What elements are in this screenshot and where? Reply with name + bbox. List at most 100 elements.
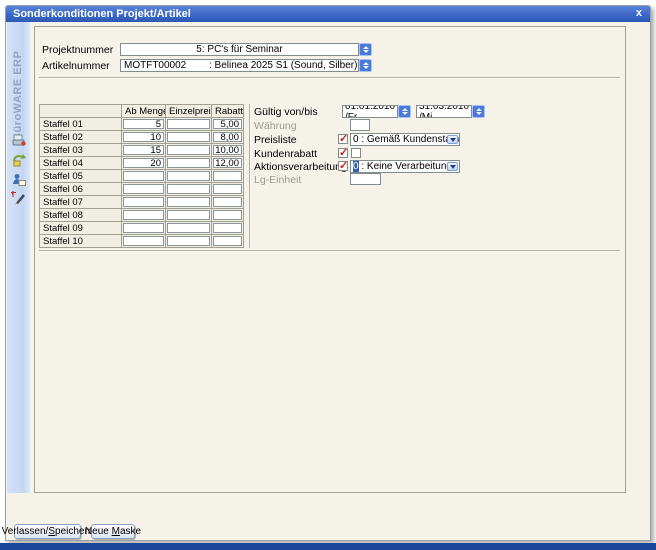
staffel-cell-einzelpreis[interactable] — [166, 157, 212, 170]
gueltig-bis-field[interactable]: 31.03.2010 /Mi — [416, 105, 472, 118]
artikelnummer-spinner[interactable] — [359, 59, 372, 72]
projektnummer-value: 5: PC's für Seminar — [196, 44, 282, 55]
staffel-cell-rabatt[interactable]: 10,00 — [212, 144, 244, 157]
staffel-cell-rabatt[interactable] — [212, 222, 244, 235]
user-document-icon[interactable] — [11, 172, 27, 188]
staffel-input-ab_menge[interactable]: 10 — [123, 132, 164, 142]
staffel-input-rabatt[interactable] — [213, 236, 242, 246]
staffel-input-einzelpreis[interactable] — [167, 171, 210, 181]
staffel-input-rabatt[interactable]: 5,00 — [213, 119, 242, 129]
staffel-cell-rabatt[interactable]: 8,00 — [212, 131, 244, 144]
staffel-cell-einzelpreis[interactable] — [166, 222, 212, 235]
content-panel: Projektnummer 5: PC's für Seminar Artike… — [34, 26, 626, 493]
staffel-cell-ab_menge[interactable] — [122, 235, 166, 248]
staffel-input-ab_menge[interactable] — [123, 236, 164, 246]
staffel-input-einzelpreis[interactable] — [167, 236, 210, 246]
kundenrabatt-value-checkbox[interactable] — [351, 148, 361, 158]
computer-icon[interactable] — [11, 132, 27, 148]
close-icon[interactable]: x — [636, 6, 642, 22]
staffel-cell-ab_menge[interactable] — [122, 183, 166, 196]
staffel-cell-ab_menge[interactable]: 10 — [122, 131, 166, 144]
aktionsverarbeitung-dropdown[interactable]: 0 : Keine Verarbeitung — [350, 160, 460, 173]
title-bar[interactable]: Sonderkonditionen Projekt/Artikel x — [6, 6, 650, 22]
staffel-input-einzelpreis[interactable] — [167, 119, 210, 129]
table-header-cell: Einzelpreis — [166, 105, 212, 118]
gueltig-label: Gültig von/bis — [254, 106, 318, 118]
preisliste-dropdown[interactable]: 0 : Gemäß Kundenstamm — [350, 133, 460, 146]
recycle-icon[interactable] — [11, 152, 27, 168]
staffel-input-rabatt[interactable] — [213, 184, 242, 194]
verlassen-speichern-button[interactable]: Verlassen/Speichern — [14, 524, 81, 539]
staffel-cell-einzelpreis[interactable] — [166, 209, 212, 222]
staffel-input-einzelpreis[interactable] — [167, 132, 210, 142]
staffel-cell-rabatt[interactable] — [212, 209, 244, 222]
staffel-cell-einzelpreis[interactable] — [166, 170, 212, 183]
staffel-input-rabatt[interactable] — [213, 210, 242, 220]
staffel-cell-rabatt[interactable] — [212, 196, 244, 209]
staffel-cell-ab_menge[interactable]: 5 — [122, 118, 166, 131]
artikelnummer-field[interactable]: MOTFT00002 : Belinea 2025 S1 (Sound, Sil… — [120, 59, 359, 72]
staffel-input-einzelpreis[interactable] — [167, 210, 210, 220]
btn-text: aske — [120, 526, 141, 537]
section-divider-top — [39, 77, 620, 79]
staffel-input-ab_menge[interactable]: 5 — [123, 119, 164, 129]
lg-einheit-field[interactable] — [350, 173, 381, 185]
staffel-cell-einzelpreis[interactable] — [166, 183, 212, 196]
preisliste-dropdown-arrow-icon[interactable] — [447, 135, 458, 144]
staffel-input-einzelpreis[interactable] — [167, 145, 210, 155]
signature-pen-icon[interactable] — [11, 190, 27, 206]
aktionsverarbeitung-dropdown-arrow-icon[interactable] — [447, 162, 458, 171]
staffel-input-rabatt[interactable]: 10,00 — [213, 145, 242, 155]
waehrung-field[interactable] — [350, 119, 370, 131]
staffel-input-einzelpreis[interactable] — [167, 158, 210, 168]
staffel-input-rabatt[interactable] — [213, 197, 242, 207]
table-header-cell: Rabatt — [212, 105, 244, 118]
aktionsverarbeitung-checkbox[interactable] — [338, 161, 348, 171]
aktionsverarbeitung-value: : Keine Verarbeitung — [359, 161, 452, 172]
preisliste-checkbox[interactable] — [338, 134, 348, 144]
staffel-input-rabatt[interactable] — [213, 171, 242, 181]
staffel-input-ab_menge[interactable] — [123, 210, 164, 220]
staffel-table: Ab MengeEinzelpreisRabattStaffel 0155,00… — [39, 104, 244, 248]
staffel-cell-einzelpreis[interactable] — [166, 144, 212, 157]
staffel-input-rabatt[interactable]: 12,00 — [213, 158, 242, 168]
staffel-input-ab_menge[interactable] — [123, 184, 164, 194]
kundenrabatt-active-checkbox[interactable] — [338, 148, 348, 158]
staffel-cell-einzelpreis[interactable] — [166, 196, 212, 209]
staffel-cell-ab_menge[interactable]: 15 — [122, 144, 166, 157]
projektnummer-field[interactable]: 5: PC's für Seminar — [120, 43, 359, 56]
staffel-input-ab_menge[interactable]: 20 — [123, 158, 164, 168]
staffel-cell-ab_menge[interactable] — [122, 170, 166, 183]
staffel-input-ab_menge[interactable] — [123, 223, 164, 233]
staffel-input-einzelpreis[interactable] — [167, 184, 210, 194]
staffel-input-einzelpreis[interactable] — [167, 197, 210, 207]
staffel-input-rabatt[interactable]: 8,00 — [213, 132, 242, 142]
staffel-cell-einzelpreis[interactable] — [166, 131, 212, 144]
staffel-cell-ab_menge[interactable]: 20 — [122, 157, 166, 170]
staffel-row-label: Staffel 03 — [40, 144, 122, 157]
staffel-cell-rabatt[interactable] — [212, 183, 244, 196]
staffel-input-ab_menge[interactable] — [123, 171, 164, 181]
section-divider-bottom — [39, 250, 620, 252]
staffel-cell-einzelpreis[interactable] — [166, 235, 212, 248]
gueltig-bis-spinner[interactable] — [472, 105, 485, 118]
staffel-input-ab_menge[interactable] — [123, 197, 164, 207]
projektnummer-spinner[interactable] — [359, 43, 372, 56]
staffel-cell-einzelpreis[interactable] — [166, 118, 212, 131]
staffel-cell-ab_menge[interactable] — [122, 196, 166, 209]
staffel-cell-rabatt[interactable]: 12,00 — [212, 157, 244, 170]
staffel-input-ab_menge[interactable]: 15 — [123, 145, 164, 155]
artikelnummer-label: Artikelnummer — [42, 60, 110, 72]
gueltig-von-field[interactable]: 01.01.2010 /Fr — [342, 105, 398, 118]
staffel-cell-ab_menge[interactable] — [122, 209, 166, 222]
staffel-row-label: Staffel 01 — [40, 118, 122, 131]
staffel-cell-rabatt[interactable] — [212, 235, 244, 248]
staffel-input-einzelpreis[interactable] — [167, 223, 210, 233]
staffel-cell-ab_menge[interactable] — [122, 222, 166, 235]
staffel-input-rabatt[interactable] — [213, 223, 242, 233]
lg-einheit-label: Lg-Einheit — [254, 174, 301, 186]
gueltig-von-spinner[interactable] — [398, 105, 411, 118]
staffel-cell-rabatt[interactable] — [212, 170, 244, 183]
neue-maske-button[interactable]: Neue Maske — [91, 524, 135, 539]
staffel-cell-rabatt[interactable]: 5,00 — [212, 118, 244, 131]
